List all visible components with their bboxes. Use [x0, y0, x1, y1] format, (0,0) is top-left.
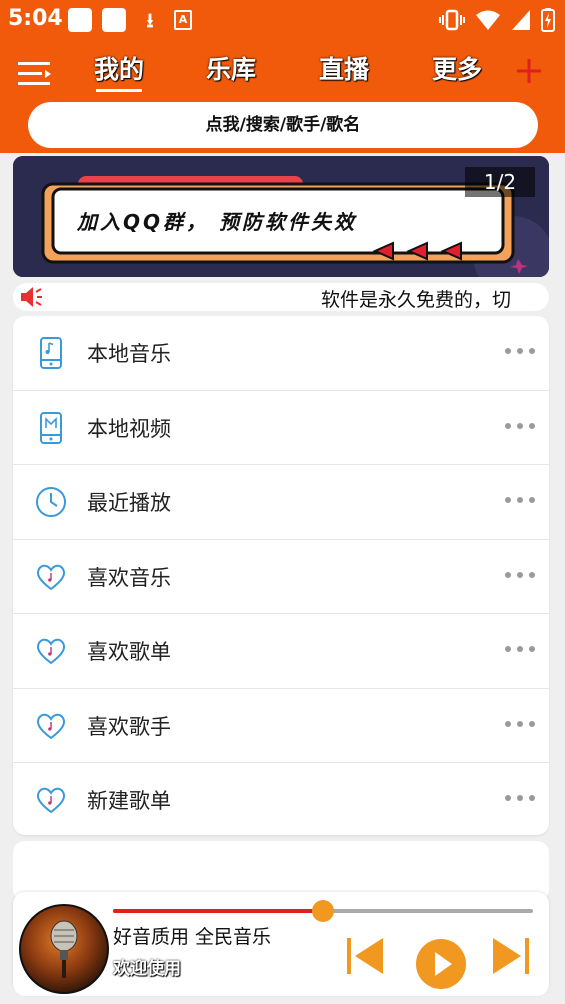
tab-library[interactable]: 乐库	[206, 50, 256, 86]
list-item-label: 喜欢歌单	[87, 640, 171, 664]
list-item-label: 新建歌单	[87, 789, 171, 813]
more-icon[interactable]	[505, 497, 535, 503]
list-item-liked-music[interactable]: 喜欢音乐	[13, 540, 549, 614]
battery-icon	[541, 8, 555, 32]
list-item-label: 本地音乐	[87, 342, 171, 366]
system-icons	[439, 7, 555, 33]
wifi-icon	[476, 10, 500, 30]
tab-more[interactable]: 更多	[432, 50, 482, 86]
status-bar: 5:04 ⭳ A	[0, 0, 565, 40]
a-letter-icon: A	[174, 10, 192, 30]
menu-icon[interactable]	[18, 60, 52, 88]
list-item-recent-play[interactable]: 最近播放	[13, 465, 549, 540]
marquee-text: 软件是永久免费的，切	[321, 289, 512, 311]
phone-video-icon	[40, 411, 62, 444]
status-time: 5:04	[8, 6, 63, 31]
list-item-label: 喜欢音乐	[87, 565, 171, 590]
search-input[interactable]: 点我/搜索/歌手/歌名	[28, 102, 538, 148]
progress-fill	[113, 909, 323, 913]
heart-music-icon	[36, 713, 66, 739]
more-icon[interactable]	[505, 646, 535, 652]
plus-icon[interactable]	[514, 56, 544, 86]
download-icon: ⭳	[146, 8, 154, 32]
more-icon[interactable]	[505, 795, 535, 801]
banner-page-counter: 1/2	[465, 167, 535, 197]
list-item-new-playlist[interactable]: 新建歌单	[13, 763, 549, 835]
notification-square-icon	[68, 8, 92, 32]
list-item-local-video[interactable]: 本地视频	[13, 391, 549, 465]
more-icon[interactable]	[505, 571, 535, 578]
song-subtitle: 欢迎使用	[113, 959, 181, 979]
song-title: 好音质用 全民音乐	[113, 926, 272, 948]
promo-banner[interactable]: 加入QQ群， 预防软件失效 1/2	[13, 156, 549, 277]
tab-active-indicator	[96, 89, 142, 92]
banner-text: 加入QQ群， 预防软件失效	[77, 210, 357, 234]
app-header: 5:04 ⭳ A 我的 乐库 直播 更多 点我/搜索/歌手/歌名	[0, 0, 565, 153]
progress-bar[interactable]	[113, 900, 533, 922]
list-item-liked-playlists[interactable]: 喜欢歌单	[13, 614, 549, 689]
speaker-icon	[21, 287, 42, 307]
play-button[interactable]	[415, 938, 467, 990]
progress-knob[interactable]	[312, 900, 334, 922]
list-item-local-music[interactable]: 本地音乐	[13, 316, 549, 391]
more-icon[interactable]	[505, 348, 535, 354]
list-item-label: 本地视频	[87, 416, 171, 441]
notification-square-icon	[102, 8, 126, 32]
tab-live[interactable]: 直播	[319, 50, 369, 86]
list-item-liked-singers[interactable]: 喜欢歌手	[13, 689, 549, 763]
heart-music-icon	[36, 564, 66, 590]
mini-player[interactable]: 好音质用 全民音乐 欢迎使用	[13, 892, 549, 996]
microphone-icon	[50, 920, 78, 978]
heart-music-icon	[36, 638, 66, 665]
album-art[interactable]	[19, 904, 109, 994]
previous-button[interactable]	[345, 936, 385, 976]
tab-mine[interactable]: 我的	[94, 50, 144, 86]
heart-music-icon	[36, 787, 66, 814]
vibrate-icon	[439, 9, 465, 31]
more-icon[interactable]	[505, 720, 535, 727]
phone-music-icon	[40, 337, 62, 369]
list-item-label: 最近播放	[87, 491, 171, 515]
clock-icon	[36, 487, 66, 517]
menu-list: 本地音乐 本地视频 最近播放 喜欢音乐 喜欢歌单 喜欢歌手 新建歌单	[13, 316, 549, 835]
more-icon[interactable]	[505, 422, 535, 429]
notice-marquee: 软件是永久免费的，切	[13, 283, 549, 311]
signal-icon	[512, 10, 530, 30]
list-item-label: 喜欢歌手	[87, 714, 171, 739]
next-button[interactable]	[491, 936, 531, 976]
